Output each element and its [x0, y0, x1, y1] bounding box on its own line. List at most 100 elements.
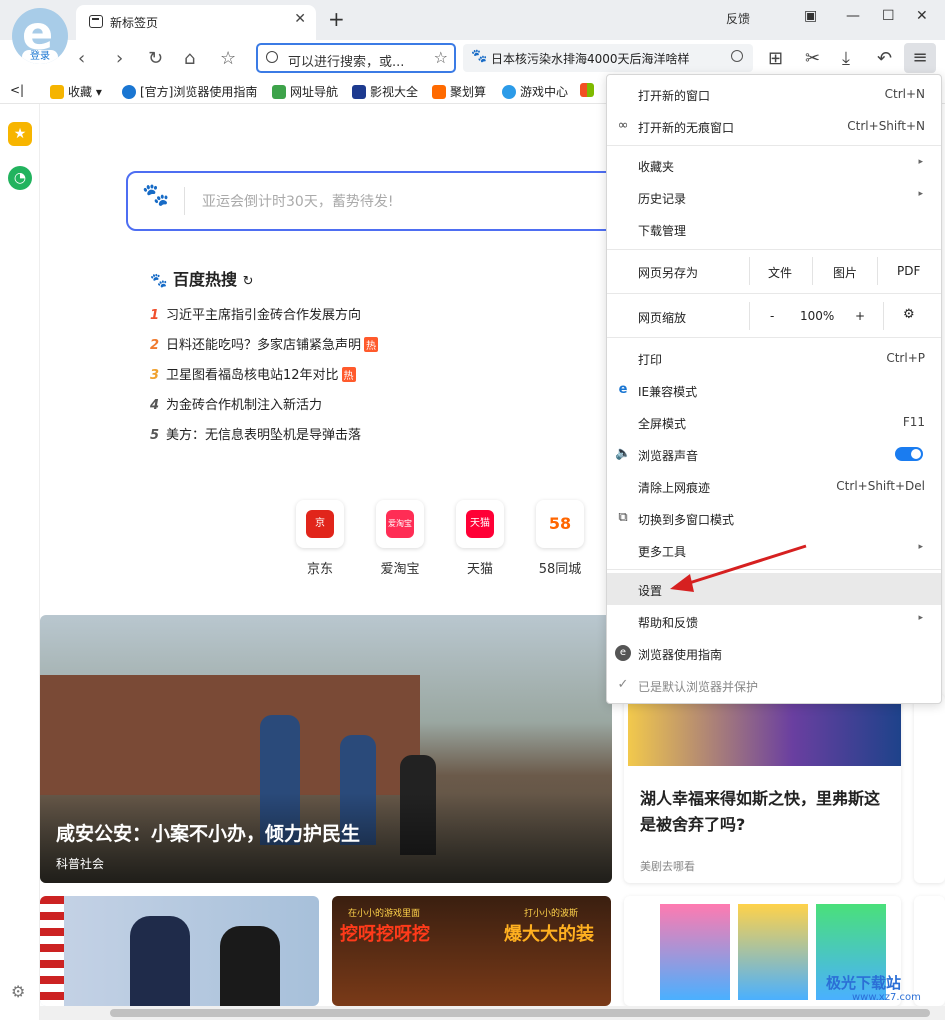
avatar[interactable]: e 登录	[12, 8, 68, 64]
chevron-right-icon: ▸	[918, 157, 923, 167]
hot-search-item[interactable]: 1 习近平主席指引金砖合作发展方向	[150, 304, 361, 323]
zoom-value: 100%	[800, 309, 835, 323]
hot-text[interactable]: 日料还能吃吗？多家店铺紧急声明	[166, 338, 361, 353]
sidebar: ★ ◔ ⚙	[0, 104, 40, 1020]
menu-default-browser[interactable]: ✓ 已是默认浏览器并保护	[607, 669, 941, 701]
watermark-url: www.xz7.com	[852, 992, 921, 1003]
hot-text[interactable]: 美方：无信息表明坠机是导弹击落	[166, 428, 361, 443]
news-card-politics[interactable]	[40, 896, 319, 1006]
app-aitaobao[interactable]: 爱淘宝 爱淘宝	[370, 500, 430, 577]
maximize-button[interactable]: ☐	[882, 8, 895, 24]
news-main-source: 科普社会	[56, 857, 105, 871]
house-icon	[272, 85, 286, 99]
news-side-title[interactable]: 湖人幸福来得如斯之快，里弗斯这是被舍弃了吗?	[640, 786, 890, 838]
app-tmall[interactable]: 天猫 天猫	[450, 500, 510, 577]
baidu-search-box[interactable]: 🐾 亚运会倒计时30天，蓄势待发!	[126, 171, 626, 231]
zoom-in-button[interactable]: +	[855, 309, 865, 323]
app-jd[interactable]: 京 京东	[290, 500, 350, 577]
menu-history[interactable]: 历史记录 ▸	[607, 181, 941, 213]
bookmark-video[interactable]: 影视大全	[352, 83, 418, 100]
horizontal-scrollbar[interactable]	[40, 1006, 945, 1020]
hot-search-item[interactable]: 3 卫星图看福岛核电站12年对比热	[150, 364, 356, 383]
back-icon[interactable]: ‹	[78, 48, 85, 69]
tab-new[interactable]: 新标签页 ✕	[76, 5, 316, 40]
hot-text[interactable]: 卫星图看福岛核电站12年对比	[166, 368, 339, 383]
game-ad-card[interactable]: 在小小的游戏里面 打小小的波斯 挖呀挖呀挖 爆大大的装	[332, 896, 611, 1006]
main-menu: 打开新的窗口 Ctrl+N ∞ 打开新的无痕窗口 Ctrl+Shift+N 收藏夹 ▸…	[606, 74, 942, 704]
refresh-icon[interactable]: ↻	[243, 274, 254, 289]
game-banner-left: 在小小的游戏里面	[348, 909, 421, 919]
bookmark-nav[interactable]: 网址导航	[272, 83, 338, 100]
news-card-side[interactable]: 湖人幸福来得如斯之快，里弗斯这是被舍弃了吗? 美剧去哪看	[624, 694, 901, 883]
bookmark-windows[interactable]	[580, 83, 598, 97]
incognito-icon: ∞	[617, 118, 629, 133]
hot-search-item[interactable]: 5 美方：无信息表明坠机是导弹击落	[150, 424, 361, 443]
favorites-star-icon[interactable]: ★	[8, 122, 32, 146]
tab-close-icon[interactable]: ✕	[294, 11, 306, 27]
settings-gear-icon[interactable]: ⚙	[11, 982, 25, 1001]
apps-grid-icon[interactable]: ⊞	[768, 48, 783, 69]
scrollbar-thumb[interactable]	[110, 1009, 930, 1017]
zoom-out-button[interactable]: -	[770, 309, 774, 323]
save-file-button[interactable]: 文件	[768, 264, 792, 281]
bookmark-star-icon[interactable]: ☆	[220, 48, 236, 69]
search-suggestion-text[interactable]: 日本核污染水排海4000天后海洋啥样	[491, 50, 723, 67]
bookmark-games[interactable]: 游戏中心	[502, 83, 568, 100]
hot-text[interactable]: 为金砖合作机制注入新活力	[166, 398, 322, 413]
bookmark-juhuasuan[interactable]: 聚划算	[432, 83, 486, 100]
menu-guide[interactable]: e 浏览器使用指南	[607, 637, 941, 669]
main-menu-button[interactable]: ≡	[904, 43, 936, 73]
news-main-title[interactable]: 咸安公安：小案不小办，倾力护民生	[56, 819, 360, 846]
feedback-button[interactable]: 反馈	[726, 10, 750, 27]
news-card-partial[interactable]	[914, 694, 945, 883]
history-clock-icon[interactable]: ◔	[8, 166, 32, 190]
hot-search-list: 1 习近平主席指引金砖合作发展方向 2 日料还能吃吗？多家店铺紧急声明热 3 卫星图看福岛…	[150, 304, 630, 464]
undo-icon[interactable]: ↶	[877, 48, 892, 69]
baidu-search-input[interactable]: 亚运会倒计时30天，蓄势待发!	[202, 191, 393, 211]
sidebar-toggle-button[interactable]: <|	[10, 83, 24, 97]
menu-fullscreen[interactable]: 全屏模式 F11	[607, 406, 941, 438]
zoom-settings-icon[interactable]: ⚙	[903, 307, 915, 322]
sound-toggle[interactable]	[895, 447, 923, 461]
menu-favorites[interactable]: 收藏夹 ▸	[607, 149, 941, 181]
login-button[interactable]: 登录	[22, 50, 58, 64]
title-bar: 新标签页 ✕ + 反馈 ▣ — ☐ ✕	[0, 0, 945, 40]
close-window-button[interactable]: ✕	[916, 8, 928, 24]
hot-search-item[interactable]: 2 日料还能吃吗？多家店铺紧急声明热	[150, 334, 379, 353]
address-bar[interactable]: 可以进行搜索，或... ☆	[256, 43, 456, 73]
menu-clear-traces[interactable]: 清除上网痕迹 Ctrl+Shift+Del	[607, 470, 941, 502]
save-image-button[interactable]: 图片	[833, 264, 857, 281]
menu-new-window[interactable]: 打开新的窗口 Ctrl+N	[607, 78, 941, 110]
browser-icon	[122, 85, 136, 99]
save-pdf-button[interactable]: PDF	[897, 264, 920, 278]
hot-rank: 2	[150, 338, 160, 353]
menu-downloads[interactable]: 下载管理	[607, 213, 941, 245]
search-suggestion-box[interactable]: 🐾 日本核污染水排海4000天后海洋啥样	[463, 44, 753, 72]
scissors-icon[interactable]: ✂	[805, 48, 820, 69]
menu-ie-mode[interactable]: e IE兼容模式	[607, 374, 941, 406]
menu-incognito[interactable]: ∞ 打开新的无痕窗口 Ctrl+Shift+N	[607, 110, 941, 142]
address-input[interactable]: 可以进行搜索，或...	[288, 51, 418, 70]
forward-icon[interactable]: ›	[116, 48, 123, 69]
app-58[interactable]: 58 58同城	[530, 500, 590, 577]
menu-multi-window[interactable]: ⧉ 切换到多窗口模式	[607, 502, 941, 534]
home-icon[interactable]: ⌂	[184, 48, 195, 69]
news-card-main[interactable]: 咸安公安：小案不小办，倾力护民生 科普社会	[40, 615, 612, 883]
game-icon	[502, 85, 516, 99]
new-tab-button[interactable]: +	[328, 7, 345, 31]
news-card-partial-2[interactable]	[914, 896, 945, 1006]
bookmark-favorites[interactable]: 收藏 ▾	[50, 83, 102, 100]
search-icon[interactable]	[731, 50, 743, 62]
download-icon[interactable]: ⤓	[842, 48, 850, 69]
reload-icon[interactable]: ↻	[148, 48, 163, 69]
watermark-text: 极光下载站	[826, 974, 902, 992]
minimize-button[interactable]: —	[846, 8, 860, 24]
bookmark-guide[interactable]: [官方]浏览器使用指南	[122, 83, 257, 100]
hot-text[interactable]: 习近平主席指引金砖合作发展方向	[166, 308, 361, 323]
menu-sound[interactable]: 🔈 浏览器声音	[607, 438, 941, 470]
skin-icon[interactable]: ▣	[804, 8, 817, 24]
menu-help[interactable]: 帮助和反馈 ▸	[607, 605, 941, 637]
favorite-star-icon[interactable]: ☆	[434, 48, 448, 67]
menu-print[interactable]: 打印 Ctrl+P	[607, 342, 941, 374]
hot-search-item[interactable]: 4 为金砖合作机制注入新活力	[150, 394, 322, 413]
